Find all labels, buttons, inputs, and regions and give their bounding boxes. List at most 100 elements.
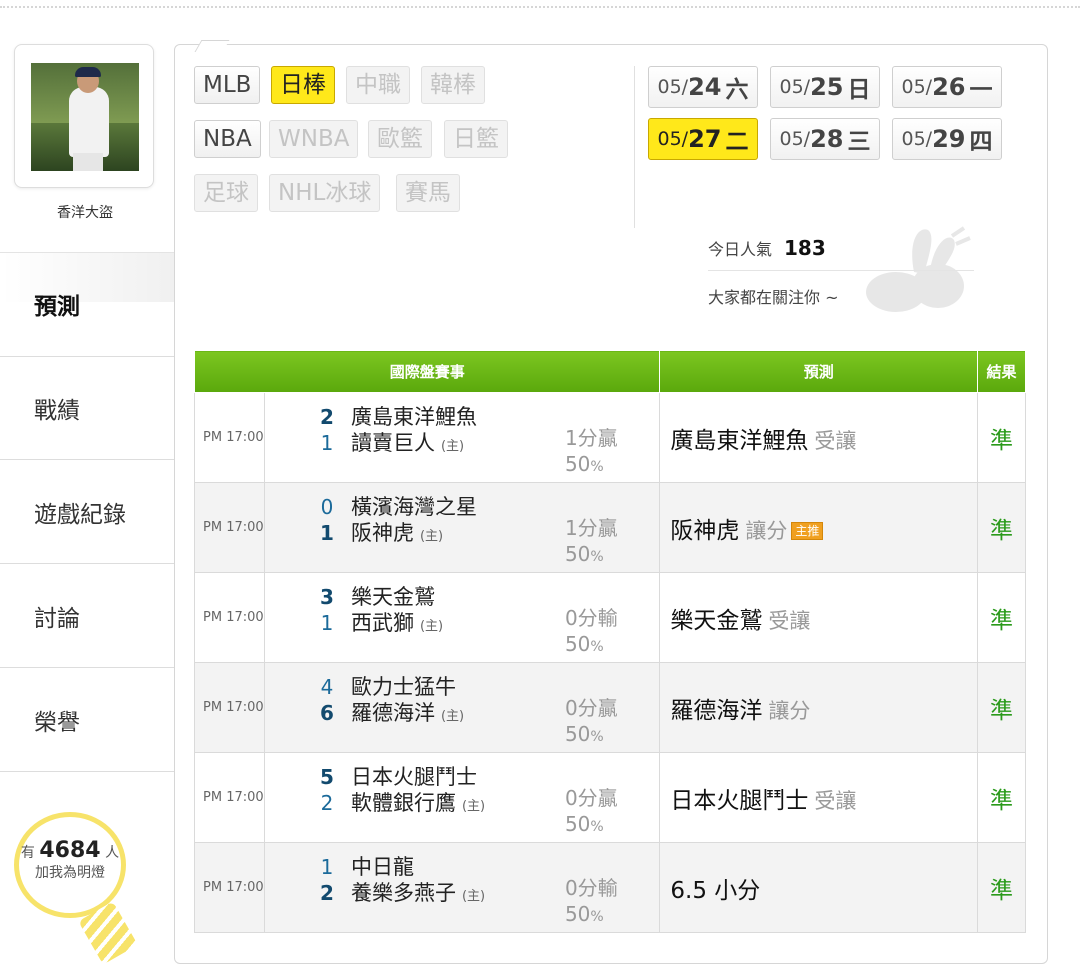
date-0525[interactable]: 05/25 日	[770, 66, 880, 108]
spread-line: 0分輸	[564, 876, 618, 900]
popularity-row: 今日人氣 183	[708, 236, 826, 260]
result-cell: 準	[977, 662, 1026, 753]
match-time: PM 17:00	[194, 572, 265, 663]
home-team: 讀賣巨人	[350, 431, 435, 455]
menu-item-record[interactable]: 戰績	[0, 356, 174, 460]
match-time: PM 17:00	[194, 392, 265, 483]
table-row[interactable]: PM 17:00 2 廣島東洋鯉魚 1 讀賣巨人 (主) 1分贏 50% 廣島東洋鯉魚 受讓準	[194, 392, 1026, 483]
menu-item-discussion[interactable]: 討論	[0, 564, 174, 668]
match-cell[interactable]: 1 中日龍 2 養樂多燕子 (主) 0分輸 50%	[263, 842, 661, 933]
popularity-caption: 大家都在關注你 ~	[708, 288, 839, 307]
prediction-pick: 日本火腿鬥士	[670, 787, 809, 814]
home-score: 2	[319, 881, 334, 905]
result-cell: 準	[977, 392, 1026, 483]
table-row[interactable]: PM 17:00 0 橫濱海灣之星 1 阪神虎 (主) 1分贏 50% 阪神虎 讓分 主推準	[194, 482, 1026, 573]
table-row[interactable]: PM 17:00 4 歐力士猛牛 6 羅德海洋 (主) 0分贏 50% 羅德海洋 讓分準	[194, 662, 1026, 753]
result-cell: 準	[977, 842, 1026, 933]
table-row[interactable]: PM 17:00 3 樂天金鷲 1 西武獅 (主) 0分輸 50% 樂天金鷲 受讓準	[194, 572, 1026, 663]
prediction-pick: 羅德海洋	[670, 697, 763, 724]
home-team: 阪神虎	[350, 521, 414, 545]
away-score: 3	[319, 585, 334, 609]
popularity-divider	[708, 270, 974, 271]
date-0524[interactable]: 05/24 六	[648, 66, 758, 108]
away-score: 1	[320, 855, 334, 879]
result-cell: 準	[977, 572, 1026, 663]
home-score: 1	[320, 611, 334, 635]
result-cell: 準	[977, 482, 1026, 573]
menu-item-label: 戰績	[34, 398, 80, 424]
sport-kbo: 韓棒	[421, 66, 485, 104]
home-team: 軟體銀行鷹	[350, 791, 456, 815]
away-score: 2	[319, 405, 334, 429]
home-score: 6	[319, 701, 334, 725]
home-score: 1	[319, 521, 334, 545]
sport-nba[interactable]: NBA	[194, 120, 261, 158]
prediction-cell: 廣島東洋鯉魚 受讓	[659, 392, 979, 483]
menu-item-label: 遊戲紀錄	[34, 501, 126, 528]
sport-horse-racing: 賽馬	[396, 174, 460, 212]
prediction-pick: 樂天金鷲	[670, 607, 763, 634]
match-cell[interactable]: 5 日本火腿鬥士 2 軟體銀行鷹 (主) 0分贏 50%	[263, 752, 661, 843]
date-0526[interactable]: 05/26 一	[892, 66, 1002, 108]
avatar[interactable]	[31, 63, 139, 171]
follower-caption: 加我為明燈	[35, 865, 105, 881]
sport-mlb[interactable]: MLB	[194, 66, 261, 104]
sport-cpbl: 中職	[346, 66, 410, 104]
home-team: 養樂多燕子	[350, 881, 456, 905]
home-marker: (主)	[440, 709, 465, 724]
header-prediction: 預測	[659, 350, 979, 393]
prediction-cell: 樂天金鷲 受讓	[659, 572, 979, 663]
prediction-note: 受讓	[768, 608, 811, 633]
prediction-cell: 羅德海洋 讓分	[659, 662, 979, 753]
sport-wnba: WNBA	[269, 120, 359, 158]
match-cell[interactable]: 0 橫濱海灣之星 1 阪神虎 (主) 1分贏 50%	[263, 482, 661, 573]
prediction-cell: 日本火腿鬥士 受讓	[659, 752, 979, 843]
spread-percent: 50	[564, 632, 591, 656]
table-row[interactable]: PM 17:00 1 中日龍 2 養樂多燕子 (主) 0分輸 50% 6.5 小分準	[194, 842, 1026, 933]
prediction-note: 受讓	[814, 428, 857, 453]
menu-item-prediction[interactable]: 預測	[0, 252, 174, 356]
home-score: 2	[320, 791, 334, 815]
menu-item-game-history[interactable]: 遊戲紀錄	[0, 460, 174, 564]
popularity-value: 183	[784, 236, 826, 260]
date-0527[interactable]: 05/27 二	[648, 118, 758, 160]
sport-nhl: NHL冰球	[269, 174, 381, 212]
date-0528[interactable]: 05/28 三	[770, 118, 880, 160]
home-marker: (主)	[461, 889, 486, 904]
home-score: 1	[320, 431, 334, 455]
match-cell[interactable]: 4 歐力士猛牛 6 羅德海洋 (主) 0分贏 50%	[263, 662, 661, 753]
prediction-cell: 阪神虎 讓分 主推	[659, 482, 979, 573]
away-score: 4	[320, 675, 334, 699]
prediction-pick: 廣島東洋鯉魚	[670, 427, 809, 454]
sport-soccer: 足球	[194, 174, 258, 212]
prediction-table: 國際盤賽事 預測 結果 PM 17:00 2 廣島東洋鯉魚 1 讀賣巨人 (主) 1分贏 50…	[193, 350, 1026, 933]
username[interactable]: 香洋大盜	[0, 202, 170, 222]
home-marker: (主)	[419, 529, 444, 544]
avatar-frame[interactable]	[14, 44, 154, 188]
spread-percent: 50	[564, 902, 591, 926]
popularity-label: 今日人氣	[708, 240, 773, 259]
menu-item-label: 榮譽	[34, 709, 80, 736]
prediction-pick: 6.5 小分	[670, 877, 761, 904]
prediction-cell: 6.5 小分	[659, 842, 979, 933]
table-row[interactable]: PM 17:00 5 日本火腿鬥士 2 軟體銀行鷹 (主) 0分贏 50% 日本火腿鬥士 受讓準	[194, 752, 1026, 843]
header-match: 國際盤賽事	[193, 350, 661, 393]
spread-percent: 50	[564, 542, 591, 566]
menu-item-label: 討論	[34, 605, 80, 632]
prediction-note: 受讓	[814, 788, 857, 813]
home-marker: (主)	[419, 619, 444, 634]
result-cell: 準	[977, 752, 1026, 843]
menu-item-honors[interactable]: 榮譽	[0, 668, 174, 772]
home-marker: (主)	[440, 439, 465, 454]
prediction-note: 讓分	[768, 698, 811, 723]
match-cell[interactable]: 3 樂天金鷲 1 西武獅 (主) 0分輸 50%	[263, 572, 661, 663]
date-0529[interactable]: 05/29 四	[892, 118, 1002, 160]
sport-npb[interactable]: 日棒	[271, 66, 335, 104]
away-score: 0	[320, 495, 334, 519]
match-cell[interactable]: 2 廣島東洋鯉魚 1 讀賣巨人 (主) 1分贏 50%	[263, 392, 661, 483]
away-score: 5	[319, 765, 334, 789]
follower-lamp[interactable]: 有 4684 人 加我為明燈	[10, 812, 138, 965]
spread-line: 1分贏	[564, 516, 618, 540]
prediction-note: 讓分	[745, 518, 788, 543]
spread-line: 0分輸	[564, 606, 618, 630]
